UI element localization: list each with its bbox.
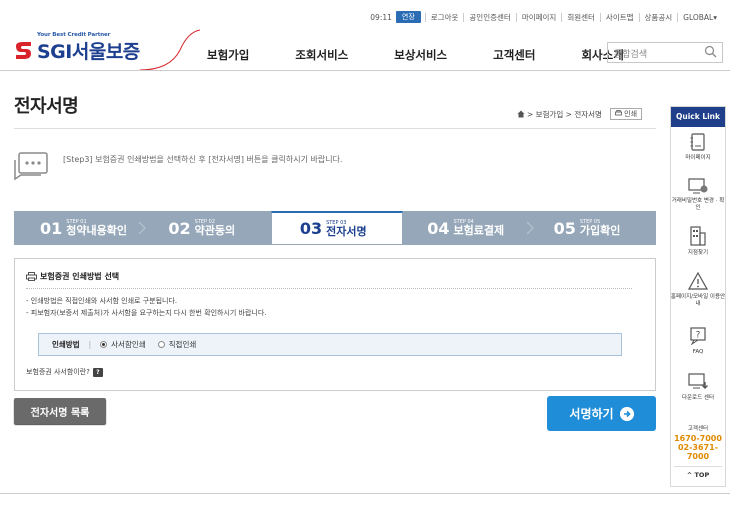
step-5: 05 STEP 05 가입확인	[553, 218, 621, 238]
arrow-right-circle-icon	[619, 406, 634, 421]
print-button[interactable]: 인쇄	[609, 108, 643, 120]
quick-mypage[interactable]: 마이페이지	[670, 133, 726, 162]
step-label: 가입확인	[579, 224, 621, 237]
building-icon	[690, 226, 706, 246]
help-icon[interactable]: ?	[92, 367, 103, 377]
header-divider	[0, 70, 730, 71]
session-time: 09:11	[370, 12, 392, 22]
logo-kr-text: 서울보증	[71, 41, 140, 63]
home-icon[interactable]	[517, 110, 525, 118]
customer-center-label: 고객센터	[687, 426, 709, 432]
product-notice-link[interactable]: 상품공시	[638, 12, 678, 22]
step-1: 01 STEP 01 청약내용확인	[14, 211, 147, 245]
svg-text:?: ?	[696, 331, 701, 341]
cert-center-link[interactable]: 공인인증센터	[463, 12, 515, 22]
quick-faq[interactable]: ? FAQ	[670, 327, 726, 356]
sitemap-link[interactable]: 사이트맵	[599, 12, 639, 22]
search-icon[interactable]	[704, 45, 717, 58]
sgi-logo-mark-icon	[16, 42, 31, 59]
print-method-selector: 인쇄방법 | 사서함인쇄 직접인쇄	[38, 333, 622, 356]
faq-icon: ?	[690, 327, 706, 345]
sign-button-label: 서명하기	[569, 407, 614, 421]
search-placeholder: 통합검색	[614, 50, 648, 60]
nav-customer-center[interactable]: 고객센터	[493, 47, 535, 63]
quick-site-guide[interactable]: 홈페이지/모바일 이용안내	[670, 272, 726, 308]
phone-number-2: 02-3671-7000	[677, 443, 719, 461]
customer-center-phone: 고객센터 1670-7000 02-3671-7000	[670, 425, 726, 461]
radio-direct-print[interactable]: 직접인쇄	[157, 339, 196, 350]
quick-download[interactable]: 다운로드 센터	[670, 373, 726, 402]
radio-mailbox-print[interactable]: 사서함인쇄	[100, 339, 146, 350]
breadcrumb-path: > 보험가입 > 전자서명	[527, 109, 602, 119]
logout-link[interactable]: 로그아웃	[424, 12, 464, 22]
scroll-top-button[interactable]: ^ TOP	[674, 466, 722, 482]
utility-bar: 09:11 연장 로그아웃 공인인증센터 마이페이지 회원센터 사이트맵 상품공…	[370, 11, 722, 23]
title-divider	[14, 128, 656, 129]
notebook-icon	[690, 133, 705, 151]
printer-icon	[26, 272, 37, 281]
logo-sgi-text: SGI	[37, 41, 72, 63]
nav-insurance-join[interactable]: 보험가입	[207, 47, 249, 63]
step-instruction: [Step3] 보험증권 인쇄방법을 선택하신 후 [전자서명] 버튼을 클릭하…	[63, 155, 343, 164]
footer-divider	[0, 493, 730, 494]
print-label: 인쇄	[624, 110, 638, 118]
extend-session-button[interactable]: 연장	[395, 11, 421, 23]
page-title: 전자서명	[14, 96, 79, 117]
signature-list-button[interactable]: 전자서명 목록	[14, 398, 106, 424]
mailbox-help-text: 보험증권 사서함이란?	[26, 368, 90, 376]
monitor-lock-icon	[688, 178, 708, 194]
print-method-label: 인쇄방법	[52, 340, 80, 349]
speech-bubble-icon	[14, 152, 48, 181]
step-number: 04	[427, 218, 450, 238]
radio-button-selected[interactable]	[100, 341, 108, 348]
breadcrumb: > 보험가입 > 전자서명 인쇄	[517, 108, 643, 120]
phone-number-1: 1670-7000	[674, 434, 722, 443]
step-number: 02	[168, 218, 191, 238]
main-navigation: 보험가입 조회서비스 보상서비스 고객센터 회사소개	[207, 47, 670, 63]
warning-triangle-icon	[688, 272, 708, 290]
step-4: 04 STEP 04 보험료결제	[403, 211, 534, 245]
global-link[interactable]: GLOBAL▾	[677, 12, 722, 22]
step-label: 약관동의	[194, 224, 236, 237]
sgi-logo[interactable]: Your Best Credit Partner SGI서울보증	[13, 32, 140, 64]
nav-compensation-service[interactable]: 보상서비스	[394, 47, 447, 63]
step-number: 05	[553, 218, 576, 238]
nav-inquiry-service[interactable]: 조회서비스	[295, 47, 348, 63]
quick-link-title: Quick Link	[671, 107, 725, 127]
quick-password[interactable]: 거래비밀번호 변경 · 확인	[670, 178, 726, 212]
info-bullet-2: - 피보험자(보증서 제출처)가 사서함을 요구하는지 다시 한번 확인하시기 …	[26, 309, 267, 317]
print-icon	[615, 110, 622, 116]
step-label: 전자서명	[326, 224, 367, 238]
step-progress: 01 STEP 01 청약내용확인 02 STEP 02 약관동의 03 STEP …	[14, 211, 656, 245]
panel-title: 보험증권 인쇄방법 선택	[26, 271, 119, 282]
monitor-download-icon	[688, 373, 708, 389]
radio-button[interactable]	[157, 341, 165, 348]
quick-branch-finder[interactable]: 지점찾기	[670, 226, 726, 257]
mypage-link[interactable]: 마이페이지	[515, 12, 562, 22]
step-2: 02 STEP 02 약관동의	[168, 218, 236, 238]
search-input[interactable]: 통합검색	[607, 42, 723, 63]
mailbox-help: 보험증권 사서함이란? ?	[26, 367, 103, 377]
step-label: 청약내용확인	[66, 224, 127, 237]
sign-button[interactable]: 서명하기	[547, 396, 656, 431]
member-center-link[interactable]: 회원센터	[561, 12, 600, 22]
step-label: 보험료결제	[453, 224, 505, 237]
header-curve-decoration	[140, 29, 200, 71]
info-bullet-1: - 인쇄방법은 직접인쇄와 사서함 인쇄로 구분됩니다.	[26, 297, 178, 305]
panel-divider	[26, 288, 632, 289]
step-3-current: 03 STEP 03 전자서명	[270, 211, 404, 245]
step-number: 03	[299, 219, 323, 238]
step-number: 01	[40, 218, 63, 238]
